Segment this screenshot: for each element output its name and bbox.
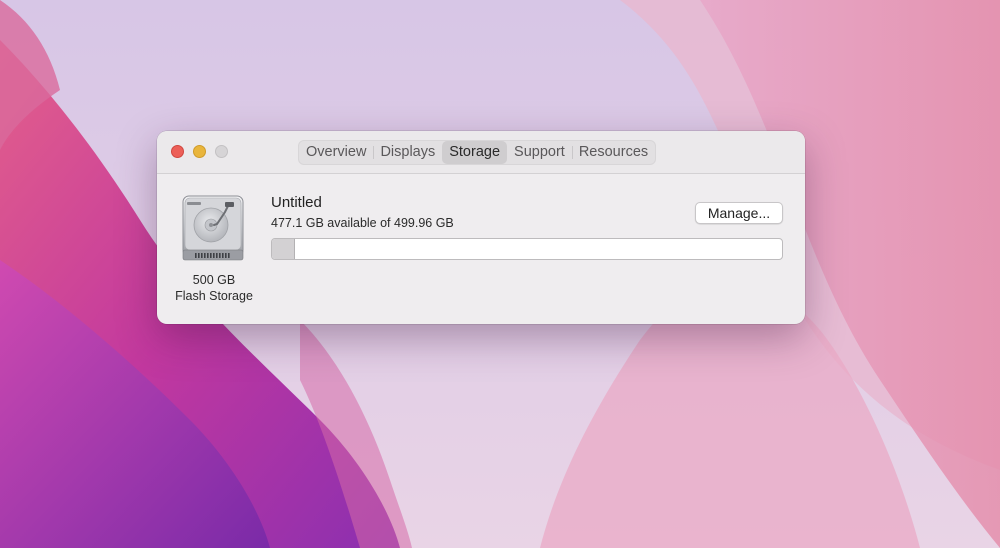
storage-usage-bar (271, 238, 783, 260)
volume-availability: 477.1 GB available of 499.96 GB (271, 216, 454, 230)
volume-name: Untitled (271, 194, 322, 211)
title-bar: Overview Displays Storage Support Resour… (157, 131, 805, 174)
tab-displays[interactable]: Displays (373, 141, 442, 164)
tab-resources[interactable]: Resources (571, 141, 655, 164)
storage-panel: 500 GB Flash Storage Untitled 477.1 GB a… (157, 174, 805, 324)
system-information-window: Overview Displays Storage Support Resour… (157, 131, 805, 324)
minimize-window-button[interactable] (193, 145, 206, 158)
desktop-wallpaper: Overview Displays Storage Support Resour… (0, 0, 1000, 548)
tab-storage[interactable]: Storage (442, 141, 508, 164)
storage-used-segment (272, 239, 296, 259)
tab-support[interactable]: Support (507, 141, 572, 164)
drive-capacity: 500 GB (192, 273, 236, 287)
tab-overview[interactable]: Overview (299, 141, 373, 164)
manage-button[interactable]: Manage... (695, 202, 783, 224)
drive-caption: 500 GB Flash Storage (167, 272, 261, 304)
drive-type: Flash Storage (175, 289, 253, 303)
tab-bar: Overview Displays Storage Support Resour… (298, 140, 657, 165)
close-window-button[interactable] (171, 145, 184, 158)
hard-drive-icon (182, 195, 244, 261)
zoom-window-button (215, 145, 228, 158)
